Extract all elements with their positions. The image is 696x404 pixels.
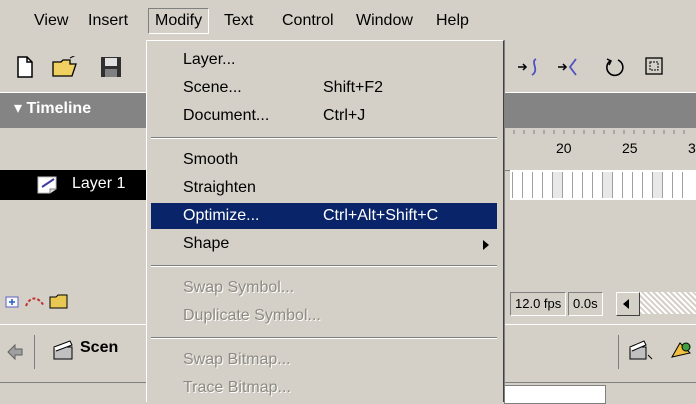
time-readout: 0.0s [568,292,603,316]
menu-text[interactable]: Text [218,9,259,33]
menu-insert[interactable]: Insert [82,9,134,33]
ruler-label-20: 20 [556,140,572,156]
menu-item-scene[interactable]: Scene... Shift+F2 [151,75,497,101]
menu-item-shape[interactable]: Shape [151,231,497,257]
horizontal-scrollbar-track[interactable] [640,292,696,314]
menu-item-layer[interactable]: Layer... [151,47,497,73]
submenu-arrow-icon [483,240,489,250]
menu-separator [151,265,497,267]
frame-ruler-ticks [513,130,685,134]
menu-modify[interactable]: Modify [148,8,210,34]
insert-folder-icon[interactable] [48,292,70,315]
separator [618,335,619,369]
scroll-left-button[interactable] [616,292,640,316]
frame-cell[interactable] [682,172,693,198]
modify-menu-dropdown: Layer... Scene... Shift+F2 Document... C… [146,40,504,402]
back-arrow-icon[interactable] [6,343,24,366]
scene-clapper-icon [52,339,74,366]
scale-icon[interactable] [640,52,670,82]
timeline-title: ▾ Timeline [14,100,92,117]
menu-item-straighten[interactable]: Straighten [151,175,497,201]
ruler-label-25: 25 [622,140,638,156]
menu-item-document[interactable]: Document... Ctrl+J [151,103,497,129]
menu-item-trace-bitmap[interactable]: Trace Bitmap... [151,375,497,401]
menu-separator [151,337,497,339]
ruler-label-30: 3 [688,140,696,156]
frame-cells[interactable] [510,170,696,201]
edit-symbols-icon[interactable] [628,339,654,366]
add-guide-layer-icon[interactable] [24,294,46,315]
menu-separator [151,137,497,139]
separator [34,335,35,369]
layer-row[interactable]: Layer 1 [0,170,150,200]
menu-view[interactable]: View [28,9,74,33]
menu-item-duplicate-symbol[interactable]: Duplicate Symbol... [151,303,497,329]
menu-bar: View Insert Modify Text Control Window H… [0,0,696,40]
save-disk-icon[interactable] [96,52,126,82]
menu-help[interactable]: Help [430,9,475,33]
fps-readout: 12.0 fps [510,292,567,316]
smooth-icon[interactable] [514,52,544,82]
menu-control[interactable]: Control [276,9,340,33]
layer-page-icon [36,175,62,200]
open-folder-icon[interactable] [50,52,80,82]
layer-name: Layer 1 [72,175,126,192]
add-layer-icon[interactable] [4,294,22,315]
menu-item-optimize[interactable]: Optimize... Ctrl+Alt+Shift+C [151,203,497,229]
rotate-icon[interactable] [600,52,630,82]
menu-item-swap-symbol[interactable]: Swap Symbol... [151,275,497,301]
arrow-left-icon [623,299,629,309]
collapse-triangle-icon[interactable]: ▾ [14,100,22,117]
straighten-icon[interactable] [554,52,584,82]
menu-window[interactable]: Window [350,9,419,33]
menu-item-smooth[interactable]: Smooth [151,147,497,173]
scene-label[interactable]: Scen [80,339,118,357]
edit-scene-icon[interactable] [668,339,694,366]
menu-item-swap-bitmap[interactable]: Swap Bitmap... [151,347,497,373]
stage-area[interactable] [504,385,606,404]
new-file-icon[interactable] [10,52,40,82]
